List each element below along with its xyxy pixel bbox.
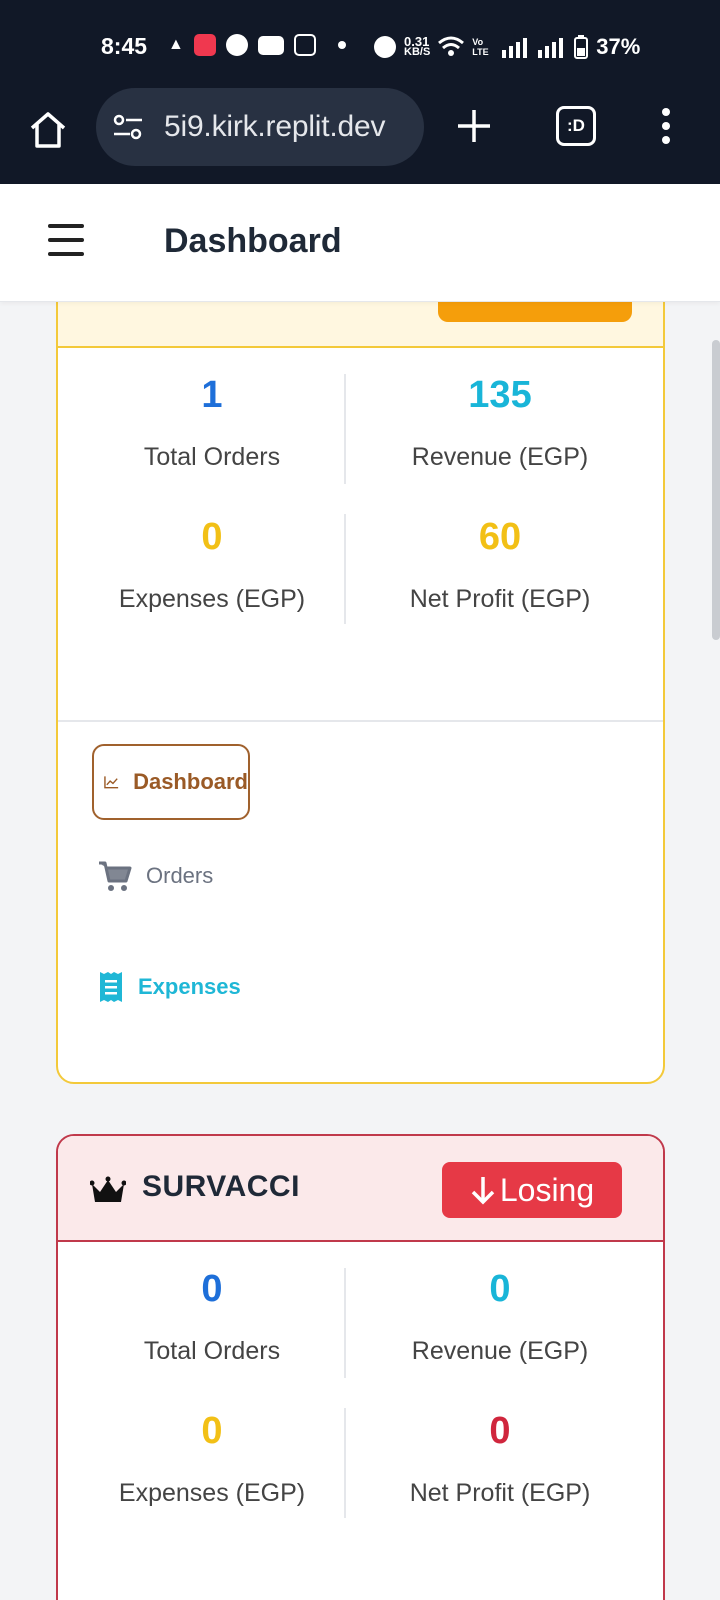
stat-net-profit: 60 Net Profit (EGP): [352, 516, 648, 614]
receipt-icon: [100, 972, 122, 1002]
signal-icon-2: [538, 38, 564, 58]
chart-line-icon: [104, 776, 119, 789]
battery-icon: [574, 35, 589, 59]
stat-label: Expenses (EGP): [118, 1479, 306, 1507]
signal-icon-1: [502, 38, 528, 58]
youtube-icon: [257, 35, 284, 55]
stat-revenue: 135 Revenue (EGP): [352, 374, 648, 472]
stat-value: 0: [201, 1268, 223, 1310]
alarm-icon: [374, 36, 396, 58]
browser-toolbar: 5i9.kirk.replit.dev :D: [0, 88, 720, 184]
stat-label: Total Orders: [143, 1337, 281, 1365]
stat-value: 60: [478, 516, 522, 558]
url-text[interactable]: 5i9.kirk.replit.dev: [164, 110, 385, 144]
app-header: Dashboard: [0, 184, 720, 302]
nav-orders[interactable]: Orders: [98, 860, 213, 892]
nav-dashboard-label: Dashboard: [133, 769, 248, 794]
network-speed: 0.31 KB/S: [404, 34, 431, 58]
arrow-down-icon: [471, 1177, 495, 1205]
stat-label: Revenue (EGP): [411, 443, 589, 471]
stat-label: Net Profit (EGP): [409, 1479, 591, 1507]
stats-grid: 0 Total Orders 0 Revenue (EGP) 0 Expense…: [58, 1242, 663, 1600]
dot-icon: [337, 41, 346, 49]
status-bar: 8:45 ▲ 0.31 KB/S Vo LTE 37%: [0, 0, 720, 88]
stat-total-orders: 0 Total Orders: [64, 1268, 360, 1366]
tab-switcher-button[interactable]: :D: [556, 106, 596, 146]
home-icon[interactable]: [28, 110, 68, 150]
shop-card: 1 Total Orders 135 Revenue (EGP) 0 Expen…: [56, 240, 665, 1084]
address-bar[interactable]: 5i9.kirk.replit.dev: [96, 88, 424, 166]
shop-card-header: SURVACCI Losing: [58, 1136, 663, 1242]
nav-expenses-label: Expenses: [138, 974, 241, 999]
stat-value: 0: [489, 1410, 511, 1452]
status-badge: Losing: [442, 1162, 622, 1218]
hamburger-menu-icon[interactable]: [48, 224, 84, 256]
battery-level: 37%: [596, 34, 641, 59]
stat-value: 0: [201, 516, 223, 558]
stat-label: Revenue (EGP): [411, 1337, 589, 1365]
stat-value: 1: [201, 374, 223, 416]
stat-expenses: 0 Expenses (EGP): [64, 1410, 360, 1508]
wifi-icon: [438, 36, 465, 56]
volte-label: Vo LTE: [472, 37, 489, 57]
stat-expenses: 0 Expenses (EGP): [64, 516, 360, 614]
stat-revenue: 0 Revenue (EGP): [352, 1268, 648, 1366]
page-title: Dashboard: [164, 222, 342, 260]
nav-dashboard[interactable]: Dashboard: [92, 744, 250, 820]
shop-card: SURVACCI Losing 0 Total Orders 0 Revenue…: [56, 1134, 665, 1600]
new-tab-icon[interactable]: [456, 108, 492, 144]
shop-name: SURVACCI: [142, 1170, 300, 1203]
teams-icon: ▲: [168, 36, 184, 53]
stat-label: Total Orders: [143, 443, 281, 471]
crown-icon: [90, 1176, 126, 1202]
stat-net-profit: 0 Net Profit (EGP): [352, 1410, 648, 1508]
stat-value: 135: [468, 374, 532, 416]
stat-label: Net Profit (EGP): [409, 585, 591, 613]
nav-expenses[interactable]: Expenses: [98, 970, 241, 1004]
site-settings-icon[interactable]: [112, 112, 144, 142]
status-badge-label: Losing: [499, 1171, 595, 1208]
instagram-icon: [293, 34, 316, 56]
stat-value: 0: [489, 1268, 511, 1310]
pinterest-icon: [225, 34, 248, 56]
stat-value: 0: [201, 1410, 223, 1452]
section-divider: [58, 720, 663, 722]
page-scrollbar[interactable]: [712, 340, 720, 640]
notification-icons: ▲: [168, 34, 346, 56]
clock: 8:45: [101, 33, 148, 59]
nav-orders-label: Orders: [146, 863, 214, 888]
stat-total-orders: 1 Total Orders: [64, 374, 360, 472]
system-icons: 0.31 KB/S Vo LTE 37%: [374, 34, 640, 60]
music-icon: [193, 34, 216, 56]
more-options-icon[interactable]: [661, 108, 671, 144]
stat-label: Expenses (EGP): [118, 585, 306, 613]
tab-switcher-label: :D: [567, 116, 585, 135]
cart-icon: [99, 861, 132, 891]
stats-grid: 1 Total Orders 135 Revenue (EGP) 0 Expen…: [58, 348, 663, 730]
